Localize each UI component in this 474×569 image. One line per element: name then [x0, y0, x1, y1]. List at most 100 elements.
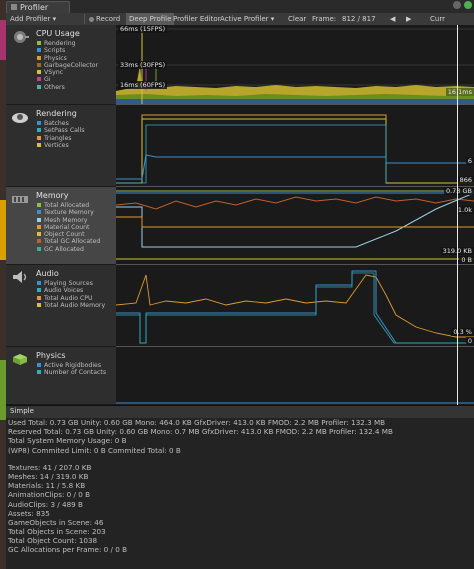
- menu-icon[interactable]: [453, 1, 461, 9]
- audio-label-cpu: 0.3 %: [451, 328, 474, 336]
- legend-swatch: [37, 203, 41, 207]
- legend-item[interactable]: Number of Contacts: [37, 369, 106, 376]
- legend-swatch: [37, 128, 41, 133]
- area-rendering[interactable]: Rendering Batches SetPass Calls Triangle…: [6, 105, 116, 187]
- speaker-icon: [13, 271, 27, 283]
- legend-swatch: [37, 239, 41, 244]
- legend-swatch: [37, 62, 41, 67]
- rendering-icon: [12, 113, 28, 123]
- memory-chart[interactable]: 0.73 GB 1.0k 319.0 KB 0 B: [116, 187, 474, 265]
- detail-line: Textures: 41 / 207.0 KB: [8, 462, 92, 472]
- next-frame-button[interactable]: ▶: [406, 13, 411, 25]
- detail-line: Materials: 11 / 5.8 KB: [8, 481, 86, 491]
- detail-line: Reserved Total: 0.73 GB Unity: 0.60 GB M…: [8, 427, 393, 437]
- legend-item[interactable]: Audio Voices: [37, 287, 105, 294]
- physics-chart[interactable]: [116, 347, 474, 405]
- cpu-icon: [14, 31, 29, 43]
- tab-profiler[interactable]: Profiler: [6, 1, 70, 13]
- rendering-chart[interactable]: 6 866: [116, 105, 474, 187]
- current-frame-button[interactable]: Curr: [430, 13, 445, 25]
- memory-label-count: 1.0k: [455, 206, 474, 214]
- legend-item[interactable]: Vertices: [37, 142, 85, 149]
- legend-swatch: [37, 232, 41, 237]
- legend-swatch: [37, 210, 41, 215]
- active-profiler-dropdown[interactable]: Active Profiler ▾: [220, 13, 274, 25]
- legend-swatch: [37, 363, 41, 367]
- tab-label: Profiler: [20, 3, 49, 12]
- legend-swatch: [37, 121, 41, 125]
- deep-profile-button[interactable]: Deep Profile: [126, 13, 175, 25]
- cpu-chart[interactable]: 66ms (15FPS) 33ms (30FPS) 16ms (60FPS) 1…: [116, 25, 474, 105]
- audio-chart[interactable]: 0.3 % 0: [116, 265, 474, 347]
- legend-item[interactable]: Total Allocated: [37, 202, 100, 209]
- legend-item[interactable]: Playing Sources: [37, 280, 105, 287]
- detail-line: (WP8) Commited Limit: 0 B Commited Total…: [8, 445, 181, 455]
- legend-swatch: [37, 217, 41, 222]
- detail-line: AudioClips: 3 / 489 B: [8, 499, 83, 509]
- record-icon: [89, 16, 94, 22]
- area-audio[interactable]: Audio Playing Sources Audio Voices Total…: [6, 265, 116, 347]
- area-title: Rendering: [36, 109, 77, 118]
- memory-label-zero: 0 B: [459, 256, 474, 264]
- legend-item[interactable]: Texture Memory: [37, 209, 100, 216]
- record-label: Record: [96, 15, 121, 23]
- legend-swatch: [37, 281, 41, 285]
- legend-item[interactable]: SetPass Calls: [37, 127, 85, 134]
- legend-item[interactable]: Active Rigidbodies: [37, 362, 106, 369]
- memory-icon: [12, 196, 28, 203]
- legend-list: Batches SetPass Calls Triangles Vertices: [37, 120, 85, 149]
- detail-line: Assets: 835: [8, 508, 50, 518]
- frame-cursor[interactable]: [457, 25, 458, 405]
- legend-item[interactable]: GC Allocated: [37, 246, 100, 253]
- rendering-label-866: 866: [457, 176, 474, 184]
- audio-label-zero: 0: [465, 337, 474, 345]
- legend-item[interactable]: Total GC Allocated: [37, 238, 100, 245]
- legend-item[interactable]: Batches: [37, 120, 85, 127]
- area-title: Memory: [36, 191, 69, 200]
- legend-item[interactable]: VSync: [37, 69, 98, 76]
- legend-swatch: [37, 302, 41, 307]
- legend-list: Rendering Scripts Physics GarbageCollect…: [37, 40, 98, 91]
- legend-item[interactable]: Total Audio Memory: [37, 302, 105, 309]
- profiler-icon: [11, 4, 17, 10]
- legend-item[interactable]: Material Count: [37, 224, 100, 231]
- legend-item[interactable]: Rendering: [37, 40, 98, 47]
- clear-button[interactable]: Clear: [288, 13, 306, 25]
- legend-item[interactable]: Physics: [37, 55, 98, 62]
- detail-line: Total Objects in Scene: 203: [8, 527, 106, 537]
- area-cpu-usage[interactable]: CPU Usage Rendering Scripts Physics Garb…: [6, 25, 116, 105]
- title-bar: [6, 0, 474, 13]
- legend-swatch: [37, 224, 41, 229]
- cpu-label-33ms: 33ms (30FPS): [118, 61, 168, 69]
- legend-swatch: [37, 288, 41, 293]
- area-memory[interactable]: Memory Total Allocated Texture Memory Me…: [6, 187, 116, 265]
- legend-swatch: [37, 84, 41, 89]
- legend-item[interactable]: Scripts: [37, 47, 98, 54]
- add-profiler-dropdown[interactable]: Add Profiler ▾: [10, 13, 56, 25]
- legend-item[interactable]: Others: [37, 84, 98, 91]
- area-physics[interactable]: Physics Active Rigidbodies Number of Con…: [6, 347, 116, 405]
- maximize-icon[interactable]: [464, 1, 472, 9]
- record-toggle[interactable]: Record: [89, 13, 120, 25]
- legend-item[interactable]: Total Audio CPU: [37, 295, 105, 302]
- detail-line: AnimationClips: 0 / 0 B: [8, 490, 91, 500]
- legend-item[interactable]: Gi: [37, 76, 98, 83]
- legend-item[interactable]: Object Count: [37, 231, 100, 238]
- legend-swatch: [37, 41, 41, 45]
- prev-frame-button[interactable]: ◀: [390, 13, 395, 25]
- area-title: Physics: [36, 351, 66, 360]
- legend-item[interactable]: Mesh Memory: [37, 217, 100, 224]
- legend-list: Active Rigidbodies Number of Contacts: [37, 362, 106, 377]
- detail-line: Total System Memory Usage: 0 B: [8, 436, 127, 446]
- charts-region[interactable]: 66ms (15FPS) 33ms (30FPS) 16ms (60FPS) 1…: [116, 25, 474, 405]
- details-toolbar: Simple: [6, 405, 474, 419]
- legend-swatch: [37, 70, 41, 75]
- detail-line: Meshes: 14 / 319.0 KB: [8, 471, 89, 481]
- legend-item[interactable]: Triangles: [37, 135, 85, 142]
- memory-details-panel: Used Total: 0.73 GB Unity: 0.60 GB Mono:…: [6, 418, 474, 569]
- legend-swatch: [37, 55, 41, 60]
- profiler-editor-button[interactable]: Profiler Editor: [173, 13, 221, 25]
- view-mode-dropdown[interactable]: Simple: [10, 407, 34, 415]
- cpu-label-66ms: 66ms (15FPS): [118, 25, 168, 33]
- legend-item[interactable]: GarbageCollector: [37, 62, 98, 69]
